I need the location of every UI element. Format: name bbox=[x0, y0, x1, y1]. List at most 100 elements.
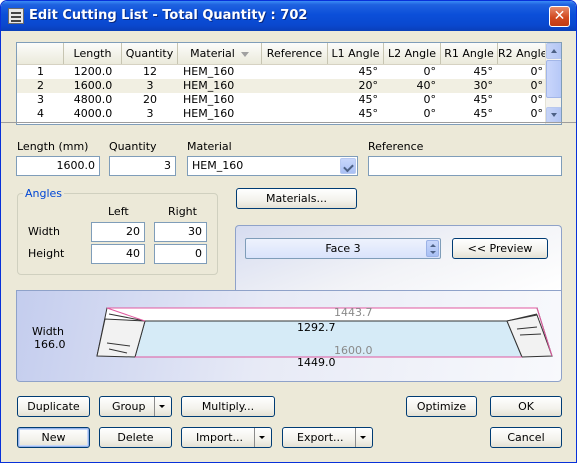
profile-drawing bbox=[96, 307, 553, 358]
reference-label: Reference bbox=[368, 140, 424, 153]
cutting-list-table[interactable]: Length Quantity Material Reference L1 An… bbox=[16, 42, 562, 125]
cell-l1-angle: 45° bbox=[358, 93, 379, 106]
material-select-value: HEM_160 bbox=[192, 159, 244, 172]
import-button[interactable]: Import... bbox=[181, 427, 272, 448]
reference-input[interactable] bbox=[368, 156, 562, 176]
import-button-label: Import... bbox=[196, 431, 243, 444]
column-header-quantity[interactable]: Quantity bbox=[122, 43, 178, 64]
cell-index: 3 bbox=[37, 93, 44, 106]
group-button-label: Group bbox=[112, 400, 146, 413]
width-right-angle-input[interactable]: 30 bbox=[154, 222, 207, 242]
cell-index: 2 bbox=[37, 79, 44, 92]
cell-l2-angle: 40° bbox=[416, 79, 437, 92]
table-header: Length Quantity Material Reference L1 An… bbox=[17, 43, 547, 65]
material-label: Material bbox=[187, 140, 232, 153]
dim-top-outer: 1443.7 bbox=[334, 306, 373, 319]
face-select-value: Face 3 bbox=[325, 242, 361, 255]
cell-length: 1600.0 bbox=[73, 79, 113, 92]
chevron-down-icon[interactable] bbox=[254, 428, 271, 447]
column-header-r2-angle[interactable]: R2 Angle bbox=[498, 43, 547, 64]
sort-arrow-icon bbox=[240, 51, 249, 57]
length-label: Length (mm) bbox=[17, 140, 89, 153]
angles-height-label: Height bbox=[28, 247, 65, 260]
column-header-l1-angle[interactable]: L1 Angle bbox=[328, 43, 384, 64]
export-button-label: Export... bbox=[297, 431, 344, 444]
chevron-down-icon[interactable] bbox=[154, 397, 171, 416]
group-button[interactable]: Group bbox=[99, 396, 172, 417]
chevron-down-icon[interactable] bbox=[355, 428, 372, 447]
preview-button[interactable]: << Preview bbox=[452, 238, 548, 259]
cell-r1-angle: 45° bbox=[473, 107, 494, 120]
table-row[interactable]: 4 4000.0 3 HEM_160 45° 0° 45° 0° bbox=[17, 107, 547, 121]
cell-l1-angle: 45° bbox=[358, 107, 379, 120]
column-header-r1-angle[interactable]: R1 Angle bbox=[441, 43, 498, 64]
angles-left-label: Left bbox=[108, 205, 129, 218]
table-row[interactable]: 2 1600.0 3 HEM_160 20° 40° 30° 0° bbox=[17, 79, 547, 93]
scroll-thumb[interactable] bbox=[546, 60, 561, 98]
chevron-down-icon[interactable] bbox=[340, 158, 356, 174]
angles-right-label: Right bbox=[168, 205, 197, 218]
divider bbox=[1, 122, 576, 123]
cell-quantity: 3 bbox=[146, 79, 154, 92]
column-header-reference[interactable]: Reference bbox=[262, 43, 328, 64]
cell-quantity: 20 bbox=[143, 93, 157, 106]
column-header-l2-angle[interactable]: L2 Angle bbox=[384, 43, 441, 64]
cell-l1-angle: 45° bbox=[358, 65, 379, 78]
cell-index: 1 bbox=[37, 65, 44, 78]
scroll-down-arrow-icon[interactable] bbox=[546, 107, 561, 123]
cell-l2-angle: 0° bbox=[423, 93, 437, 106]
title-bar[interactable]: Edit Cutting List - Total Quantity : 702… bbox=[1, 1, 576, 31]
material-select[interactable]: HEM_160 bbox=[187, 156, 358, 176]
face-select[interactable]: Face 3 bbox=[245, 238, 441, 259]
height-left-angle-input[interactable]: 40 bbox=[91, 244, 145, 264]
dim-bottom-inner: 1600.0 bbox=[334, 344, 373, 357]
new-button[interactable]: New bbox=[17, 427, 90, 448]
list-app-icon bbox=[8, 8, 24, 24]
cell-length: 4800.0 bbox=[73, 93, 113, 106]
dim-top-inner: 1292.7 bbox=[297, 321, 336, 334]
column-header-index[interactable] bbox=[17, 43, 64, 64]
quantity-label: Quantity bbox=[109, 140, 157, 153]
vertical-scrollbar[interactable] bbox=[545, 43, 561, 124]
column-header-length[interactable]: Length bbox=[64, 43, 122, 64]
cell-r2-angle: 0° bbox=[530, 107, 544, 120]
cell-material: HEM_160 bbox=[183, 79, 235, 92]
scroll-up-arrow-icon[interactable] bbox=[546, 43, 561, 59]
cell-index: 4 bbox=[37, 107, 44, 120]
cell-r2-angle: 0° bbox=[530, 93, 544, 106]
width-left-angle-input[interactable]: 20 bbox=[91, 222, 145, 242]
ok-button[interactable]: OK bbox=[490, 396, 562, 417]
dim-bottom-outer: 1449.0 bbox=[297, 356, 336, 369]
quantity-input[interactable]: 3 bbox=[109, 156, 176, 176]
cell-r1-angle: 30° bbox=[473, 79, 494, 92]
cell-material: HEM_160 bbox=[183, 65, 235, 78]
optimize-button[interactable]: Optimize bbox=[406, 396, 477, 417]
cell-r2-angle: 0° bbox=[530, 79, 544, 92]
column-header-material[interactable]: Material bbox=[178, 43, 262, 64]
cell-r1-angle: 45° bbox=[473, 65, 494, 78]
duplicate-button[interactable]: Duplicate bbox=[17, 396, 90, 417]
export-button[interactable]: Export... bbox=[282, 427, 373, 448]
multiply-button[interactable]: Multiply... bbox=[181, 396, 275, 417]
table-row[interactable]: 1 1200.0 12 HEM_160 45° 0° 45° 0° bbox=[17, 65, 547, 79]
edit-cutting-list-dialog: Edit Cutting List - Total Quantity : 702… bbox=[0, 0, 577, 463]
cell-r1-angle: 45° bbox=[473, 93, 494, 106]
cancel-button[interactable]: Cancel bbox=[490, 427, 562, 448]
cell-l2-angle: 0° bbox=[423, 65, 437, 78]
angles-width-label: Width bbox=[28, 225, 60, 238]
cell-r2-angle: 0° bbox=[530, 65, 544, 78]
delete-button[interactable]: Delete bbox=[99, 427, 172, 448]
materials-button[interactable]: Materials... bbox=[236, 188, 357, 209]
cell-quantity: 12 bbox=[143, 65, 157, 78]
cell-material: HEM_160 bbox=[183, 107, 235, 120]
face-spin-icon[interactable] bbox=[426, 240, 439, 257]
column-header-material-label: Material bbox=[190, 47, 235, 60]
angles-group-title: Angles bbox=[23, 187, 65, 200]
cell-material: HEM_160 bbox=[183, 93, 235, 106]
height-right-angle-input[interactable]: 0 bbox=[154, 244, 207, 264]
cell-l2-angle: 0° bbox=[423, 107, 437, 120]
length-input[interactable]: 1600.0 bbox=[16, 156, 100, 176]
table-row[interactable]: 3 4800.0 20 HEM_160 45° 0° 45° 0° bbox=[17, 93, 547, 107]
cell-quantity: 3 bbox=[146, 107, 154, 120]
close-button[interactable]: ✕ bbox=[549, 6, 570, 27]
